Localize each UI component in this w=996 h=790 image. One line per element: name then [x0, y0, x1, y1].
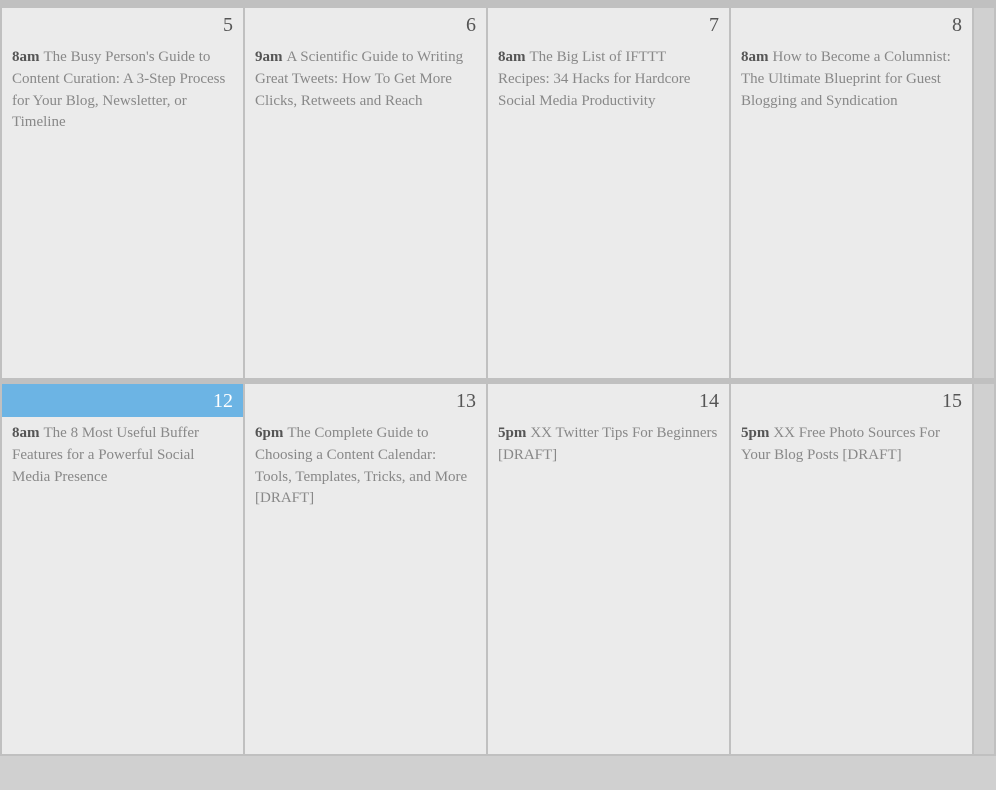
event-time-14: 5pm	[498, 425, 526, 441]
week-separator	[2, 380, 994, 382]
cell-content-12: 8am The 8 Most Useful Buffer Features fo…	[2, 417, 243, 754]
event-title-13: The Complete Guide to Choosing a Content…	[255, 425, 467, 506]
event-time-5: 8am	[12, 49, 40, 65]
cell-content-5: 8am The Busy Person's Guide to Content C…	[2, 41, 243, 378]
calendar-cell-15[interactable]: 15 5pm XX Free Photo Sources For Your Bl…	[731, 384, 972, 754]
day-number-5: 5	[2, 8, 243, 41]
event-time-13: 6pm	[255, 425, 283, 441]
event-title-8: How to Become a Columnist: The Ultimate …	[741, 49, 951, 109]
calendar-cell-12[interactable]: 12 8am The 8 Most Useful Buffer Features…	[2, 384, 243, 754]
calendar-grid: 5 8am The Busy Person's Guide to Content…	[0, 0, 996, 756]
day-number-15: 15	[731, 384, 972, 417]
event-time-15: 5pm	[741, 425, 769, 441]
cell-content-8: 8am How to Become a Columnist: The Ultim…	[731, 41, 972, 378]
day-number-13: 13	[245, 384, 486, 417]
day-number-6: 6	[245, 8, 486, 41]
event-time-12: 8am	[12, 425, 40, 441]
top-border	[2, 2, 994, 6]
event-time-6: 9am	[255, 49, 283, 65]
event-title-12: The 8 Most Useful Buffer Features for a …	[12, 425, 199, 485]
cell-content-6: 9am A Scientific Guide to Writing Great …	[245, 41, 486, 378]
event-title-6: A Scientific Guide to Writing Great Twee…	[255, 49, 463, 109]
calendar-cell-14[interactable]: 14 5pm XX Twitter Tips For Beginners [DR…	[488, 384, 729, 754]
cell-content-14: 5pm XX Twitter Tips For Beginners [DRAFT…	[488, 417, 729, 754]
calendar-cell-13[interactable]: 13 6pm The Complete Guide to Choosing a …	[245, 384, 486, 754]
day-number-12: 12	[2, 384, 243, 417]
event-title-5: The Busy Person's Guide to Content Curat…	[12, 49, 225, 130]
calendar-cell-6[interactable]: 6 9am A Scientific Guide to Writing Grea…	[245, 8, 486, 378]
sidebar-strip-1	[974, 8, 994, 378]
event-time-8: 8am	[741, 49, 769, 65]
day-number-7: 7	[488, 8, 729, 41]
event-title-7: The Big List of IFTTT Recipes: 34 Hacks …	[498, 49, 690, 109]
cell-content-13: 6pm The Complete Guide to Choosing a Con…	[245, 417, 486, 754]
day-number-8: 8	[731, 8, 972, 41]
calendar-cell-7[interactable]: 7 8am The Big List of IFTTT Recipes: 34 …	[488, 8, 729, 378]
calendar-cell-5[interactable]: 5 8am The Busy Person's Guide to Content…	[2, 8, 243, 378]
calendar-cell-8[interactable]: 8 8am How to Become a Columnist: The Ult…	[731, 8, 972, 378]
event-title-14: XX Twitter Tips For Beginners [DRAFT]	[498, 425, 717, 463]
sidebar-strip-2	[974, 384, 994, 754]
event-time-7: 8am	[498, 49, 526, 65]
day-number-14: 14	[488, 384, 729, 417]
cell-content-7: 8am The Big List of IFTTT Recipes: 34 Ha…	[488, 41, 729, 378]
event-title-15: XX Free Photo Sources For Your Blog Post…	[741, 425, 940, 463]
cell-content-15: 5pm XX Free Photo Sources For Your Blog …	[731, 417, 972, 754]
